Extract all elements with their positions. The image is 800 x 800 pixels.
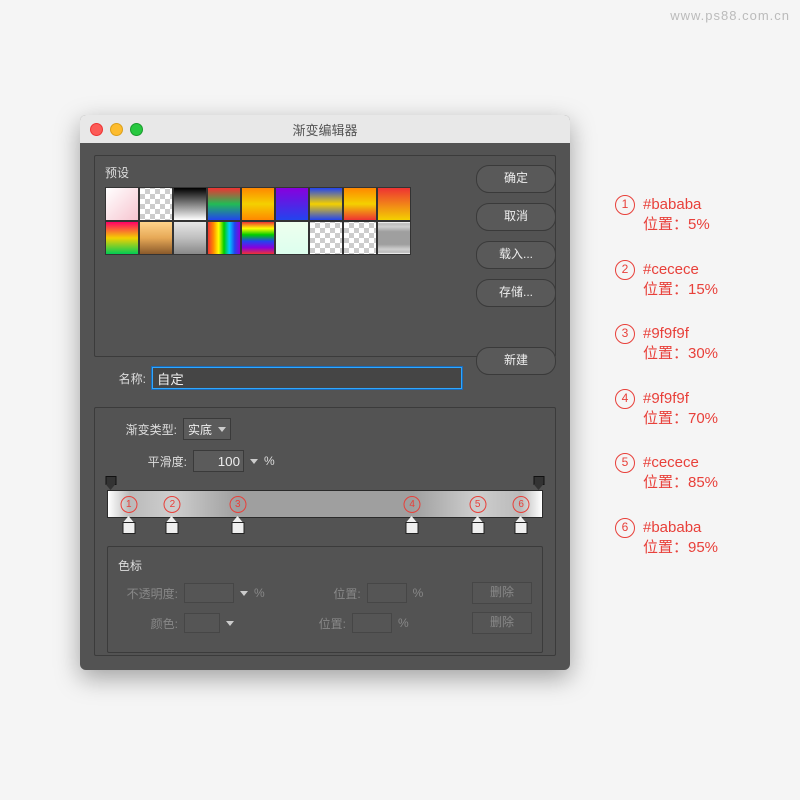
opacity-label: 不透明度: xyxy=(118,585,178,602)
color-label: 颜色: xyxy=(118,615,178,632)
location-input xyxy=(352,613,392,633)
marker-4: 4 xyxy=(404,496,421,513)
annotation-5: 5 #cecece位置：85% xyxy=(615,453,718,494)
marker-6: 6 xyxy=(513,496,530,513)
annotation-column: 1 #bababa位置：5% 2 #cecece位置：15% 3 #9f9f9f… xyxy=(615,195,718,558)
preset-swatches[interactable] xyxy=(105,187,415,255)
chevron-down-icon[interactable] xyxy=(250,459,258,464)
smoothness-input[interactable] xyxy=(193,450,244,472)
name-label: 名称: xyxy=(106,370,146,387)
preset-swatch[interactable] xyxy=(377,187,411,221)
color-swatch xyxy=(184,613,220,633)
marker-3: 3 xyxy=(229,496,246,513)
preset-swatch[interactable] xyxy=(105,187,139,221)
anno-num: 1 xyxy=(615,195,635,215)
delete-button: 删除 xyxy=(472,612,532,634)
location-label: 位置: xyxy=(301,585,361,602)
location-unit: % xyxy=(398,616,409,630)
anno-hex: #bababa xyxy=(643,518,718,538)
gradient-editor-window: 渐变编辑器 预设 xyxy=(80,115,570,670)
preset-swatch[interactable] xyxy=(343,221,377,255)
anno-pos: 位置：5% xyxy=(643,215,710,235)
delete-button: 删除 xyxy=(472,582,532,604)
preset-swatch[interactable] xyxy=(207,187,241,221)
window-title: 渐变编辑器 xyxy=(80,120,570,139)
anno-num: 5 xyxy=(615,453,635,473)
anno-num: 2 xyxy=(615,260,635,280)
color-stop[interactable] xyxy=(406,516,419,534)
annotation-4: 4 #9f9f9f位置：70% xyxy=(615,389,718,430)
marker-2: 2 xyxy=(164,496,181,513)
anno-pos: 位置：70% xyxy=(643,409,718,429)
gradient-type-select[interactable]: 实底 xyxy=(183,418,231,440)
anno-pos: 位置：30% xyxy=(643,344,718,364)
anno-num: 3 xyxy=(615,324,635,344)
anno-num: 6 xyxy=(615,518,635,538)
color-stop[interactable] xyxy=(166,516,179,534)
preset-swatch[interactable] xyxy=(309,187,343,221)
gradient-type-value: 实底 xyxy=(188,421,212,438)
save-button[interactable]: 存储... xyxy=(476,279,556,307)
name-input[interactable] xyxy=(152,367,462,389)
anno-hex: #cecece xyxy=(643,453,718,473)
preset-swatch[interactable] xyxy=(241,221,275,255)
chevron-down-icon xyxy=(218,427,226,432)
color-stop[interactable] xyxy=(122,516,135,534)
stops-header: 色标 xyxy=(118,557,532,574)
marker-1: 1 xyxy=(120,496,137,513)
preset-swatch[interactable] xyxy=(173,187,207,221)
presets-label: 预设 xyxy=(105,164,129,181)
opacity-unit: % xyxy=(254,586,265,600)
anno-pos: 位置：95% xyxy=(643,538,718,558)
smoothness-label: 平滑度: xyxy=(107,453,187,470)
gradient-bar[interactable]: 1 2 3 4 5 6 xyxy=(107,490,543,516)
anno-pos: 位置：85% xyxy=(643,473,718,493)
preset-swatch[interactable] xyxy=(275,187,309,221)
annotation-2: 2 #cecece位置：15% xyxy=(615,260,718,301)
anno-num: 4 xyxy=(615,389,635,409)
opacity-stop[interactable] xyxy=(106,476,117,490)
smoothness-unit: % xyxy=(264,454,275,468)
chevron-down-icon xyxy=(226,621,234,626)
color-stop[interactable] xyxy=(471,516,484,534)
annotation-1: 1 #bababa位置：5% xyxy=(615,195,718,236)
preset-swatch[interactable] xyxy=(139,187,173,221)
preset-swatch[interactable] xyxy=(377,221,411,255)
annotation-3: 3 #9f9f9f位置：30% xyxy=(615,324,718,365)
preset-swatch[interactable] xyxy=(173,221,207,255)
marker-5: 5 xyxy=(469,496,486,513)
gradient-settings-panel: 渐变类型: 实底 平滑度: % 1 2 3 xyxy=(94,407,556,656)
anno-pos: 位置：15% xyxy=(643,280,718,300)
anno-hex: #bababa xyxy=(643,195,710,215)
gradient-type-label: 渐变类型: xyxy=(107,421,177,438)
ok-button[interactable]: 确定 xyxy=(476,165,556,193)
anno-hex: #cecece xyxy=(643,260,718,280)
preset-swatch[interactable] xyxy=(105,221,139,255)
opacity-stop[interactable] xyxy=(533,476,544,490)
opacity-input xyxy=(184,583,234,603)
color-stop[interactable] xyxy=(231,516,244,534)
anno-hex: #9f9f9f xyxy=(643,389,718,409)
preset-swatch[interactable] xyxy=(275,221,309,255)
new-button[interactable]: 新建 xyxy=(476,347,556,375)
load-button[interactable]: 载入... xyxy=(476,241,556,269)
chevron-down-icon xyxy=(240,591,248,596)
location-label: 位置: xyxy=(286,615,346,632)
preset-swatch[interactable] xyxy=(207,221,241,255)
preset-swatch[interactable] xyxy=(139,221,173,255)
preset-swatch[interactable] xyxy=(309,221,343,255)
titlebar: 渐变编辑器 xyxy=(80,115,570,143)
color-stop[interactable] xyxy=(515,516,528,534)
preset-swatch[interactable] xyxy=(241,187,275,221)
preset-swatch[interactable] xyxy=(343,187,377,221)
stops-detail-panel: 色标 不透明度: % 位置: % 删除 颜色: 位置: xyxy=(107,546,543,653)
annotation-6: 6 #bababa位置：95% xyxy=(615,518,718,559)
location-unit: % xyxy=(413,586,424,600)
watermark-text: www.ps88.com.cn xyxy=(670,8,790,23)
cancel-button[interactable]: 取消 xyxy=(476,203,556,231)
location-input xyxy=(367,583,407,603)
anno-hex: #9f9f9f xyxy=(643,324,718,344)
